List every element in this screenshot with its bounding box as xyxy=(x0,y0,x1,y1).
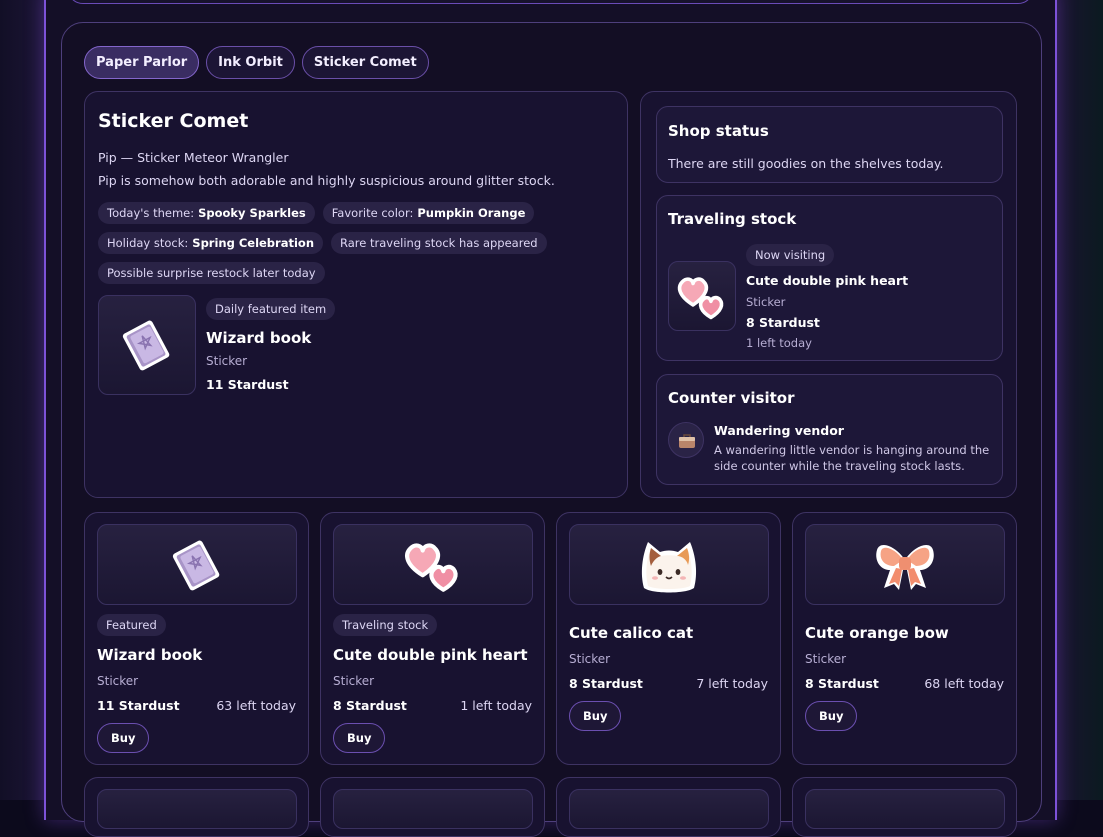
wizard-book-icon xyxy=(122,320,170,371)
product-stock: 1 left today xyxy=(460,698,532,713)
product-thumb xyxy=(333,789,533,829)
background-left xyxy=(0,0,46,800)
product-thumb xyxy=(805,524,1005,605)
shop-status-text: There are still goodies on the shelves t… xyxy=(668,156,944,171)
product-card-next-row xyxy=(84,777,309,837)
featured-name: Wizard book xyxy=(206,329,312,347)
wizard-book-icon xyxy=(172,540,220,590)
traveling-stock-panel: Traveling stock Now visiting Cute double… xyxy=(656,195,1003,361)
featured-thumb xyxy=(98,295,196,395)
tab-ink-orbit[interactable]: Ink Orbit xyxy=(206,46,295,79)
featured-type: Sticker xyxy=(206,354,248,368)
vendor-text-2: side counter while the traveling stock l… xyxy=(714,459,965,473)
top-panel-edge xyxy=(67,0,1034,4)
product-thumb xyxy=(569,524,769,605)
product-price: 8 Stardust xyxy=(805,676,879,691)
calico-cat-icon xyxy=(641,541,697,592)
product-price: 8 Stardust xyxy=(333,698,407,713)
tab-sticker-comet[interactable]: Sticker Comet xyxy=(301,46,429,79)
buy-button[interactable]: Buy xyxy=(97,723,150,753)
shop-tabs: Paper Parlor Ink Orbit Sticker Comet xyxy=(84,46,429,79)
product-stock: 63 left today xyxy=(216,698,296,713)
restock-chip: Possible surprise restock later today xyxy=(98,262,325,284)
product-name: Cute calico cat xyxy=(569,624,694,642)
product-type: Sticker xyxy=(569,652,611,666)
double-heart-icon xyxy=(677,277,724,320)
product-type: Sticker xyxy=(805,652,847,666)
product-thumb xyxy=(97,789,297,829)
now-visiting-badge: Now visiting xyxy=(746,244,835,266)
product-badge: Featured xyxy=(97,614,166,636)
holiday-chip: Holiday stock: Spring Celebration xyxy=(98,232,324,254)
vendor-bag-icon xyxy=(679,434,695,448)
product-name: Wizard book xyxy=(97,646,203,664)
product-thumb xyxy=(569,789,769,829)
product-stock: 7 left today xyxy=(696,676,768,691)
traveling-thumb xyxy=(668,261,736,331)
vendor-name: Wandering vendor xyxy=(714,423,844,438)
traveling-item-type: Sticker xyxy=(746,295,786,309)
buy-button[interactable]: Buy xyxy=(569,701,622,731)
product-card: Featured Wizard book Sticker 11 Stardust… xyxy=(84,512,309,765)
vendor-avatar xyxy=(668,422,704,458)
product-stock: 68 left today xyxy=(924,676,1004,691)
tab-paper-parlor[interactable]: Paper Parlor xyxy=(84,46,200,79)
side-info-card: Shop status There are still goodies on t… xyxy=(640,91,1017,498)
buy-button[interactable]: Buy xyxy=(805,701,858,731)
product-card: Cute calico cat Sticker 8 Stardust 7 lef… xyxy=(556,512,781,765)
product-type: Sticker xyxy=(333,674,375,688)
featured-badge: Daily featured item xyxy=(206,298,336,320)
counter-visitor-panel: Counter visitor Wandering vendor A wande… xyxy=(656,374,1003,485)
traveling-item-left: 1 left today xyxy=(746,336,812,350)
product-card-next-row xyxy=(320,777,545,837)
product-thumb xyxy=(97,524,297,605)
orange-bow-icon xyxy=(876,544,934,590)
color-chip: Favorite color: Pumpkin Orange xyxy=(322,202,535,224)
product-card: Cute orange bow Sticker 8 Stardust 68 le… xyxy=(792,512,1017,765)
shop-info-card: Sticker Comet Pip — Sticker Meteor Wrang… xyxy=(84,91,628,498)
traveling-item-name: Cute double pink heart xyxy=(746,273,909,288)
buy-button[interactable]: Buy xyxy=(333,723,386,753)
theme-chip: Today's theme: Spooky Sparkles xyxy=(98,202,315,224)
background-right xyxy=(1057,0,1103,800)
product-thumb xyxy=(333,524,533,605)
counter-visitor-title: Counter visitor xyxy=(668,389,795,407)
featured-price: 11 Stardust xyxy=(206,377,289,392)
shop-keeper: Pip — Sticker Meteor Wrangler xyxy=(98,150,289,165)
vendor-text-1: A wandering little vendor is hanging aro… xyxy=(714,443,990,457)
product-card-next-row xyxy=(792,777,1017,837)
double-heart-icon xyxy=(405,542,458,592)
traveling-item-price: 8 Stardust xyxy=(746,315,820,330)
product-name: Cute double pink heart xyxy=(333,646,528,664)
rare-stock-chip: Rare traveling stock has appeared xyxy=(331,232,547,254)
product-badge: Traveling stock xyxy=(333,614,438,636)
product-card: Traveling stock Cute double pink heart S… xyxy=(320,512,545,765)
product-thumb xyxy=(805,789,1005,829)
shop-description: Pip is somehow both adorable and highly … xyxy=(98,173,555,188)
product-name: Cute orange bow xyxy=(805,624,949,642)
product-price: 8 Stardust xyxy=(569,676,643,691)
shop-title: Sticker Comet xyxy=(98,110,249,132)
shop-status-title: Shop status xyxy=(668,122,769,140)
shop-status-panel: Shop status There are still goodies on t… xyxy=(656,106,1003,183)
product-type: Sticker xyxy=(97,674,139,688)
product-price: 11 Stardust xyxy=(97,698,180,713)
traveling-stock-title: Traveling stock xyxy=(668,210,797,228)
product-card-next-row xyxy=(556,777,781,837)
